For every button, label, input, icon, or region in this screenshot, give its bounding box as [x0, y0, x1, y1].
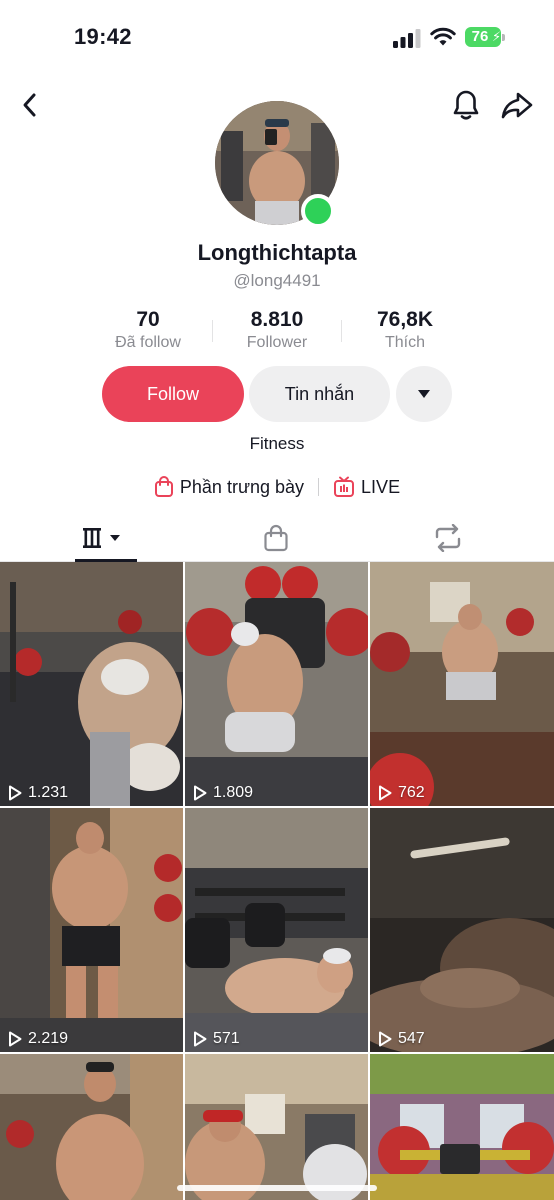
view-count-value: 1.231 — [28, 784, 69, 801]
stat-likes[interactable]: 76,8K Thích — [340, 308, 470, 352]
view-count-value: 1.809 — [213, 784, 254, 801]
live-link-label: LIVE — [361, 476, 401, 497]
video-thumbnail-image — [0, 808, 183, 1052]
back-icon[interactable] — [14, 88, 48, 122]
showcase-link-label: Phần trưng bày — [179, 476, 305, 497]
video-thumbnail-image — [185, 808, 368, 1052]
view-count: 2.219 — [8, 1030, 68, 1048]
video-thumbnail[interactable]: 1.809 — [185, 562, 368, 806]
tab-reposts[interactable] — [402, 514, 494, 562]
home-indicator — [177, 1185, 377, 1191]
video-thumbnail[interactable]: 571 — [185, 808, 368, 1052]
play-icon — [379, 1031, 392, 1047]
view-count-value: 762 — [398, 784, 425, 801]
stat-value: 76,8K — [376, 308, 434, 331]
video-thumbnail-image — [185, 562, 368, 806]
video-thumbnail-image — [185, 1054, 368, 1200]
online-status-dot — [301, 194, 335, 228]
live-tv-icon — [334, 476, 355, 497]
video-thumbnail[interactable] — [185, 1054, 368, 1200]
profile-links: Phần trưng bày LIVE — [0, 474, 554, 500]
video-thumbnail[interactable] — [0, 1054, 183, 1200]
video-thumbnail-image — [0, 1054, 183, 1200]
stat-value: 70 — [136, 308, 160, 331]
view-count-value: 2.219 — [28, 1030, 69, 1047]
stat-following[interactable]: 70 Đã follow — [83, 308, 213, 352]
play-icon — [9, 1031, 22, 1047]
wifi-icon — [430, 27, 456, 46]
profile-handle: @long4491 — [233, 271, 321, 290]
shopping-bag-icon — [264, 524, 288, 552]
cellular-signal-icon — [393, 29, 421, 48]
status-bar: 19:42 76 ⚡ — [0, 0, 554, 72]
video-thumbnail-image — [370, 562, 554, 806]
stat-label: Follower — [246, 334, 308, 351]
video-thumbnail[interactable]: 762 — [370, 562, 554, 806]
share-icon[interactable] — [500, 88, 534, 122]
repost-icon — [435, 524, 461, 552]
battery-level: 76 — [471, 28, 489, 45]
message-button[interactable]: Tin nhắn — [249, 366, 390, 422]
showcase-link[interactable]: Phần trưng bày — [154, 476, 304, 498]
video-thumbnail[interactable]: 1.231 — [0, 562, 183, 806]
play-icon — [379, 785, 392, 801]
stat-followers[interactable]: 8.810 Follower — [212, 308, 342, 352]
shopping-bag-icon — [154, 476, 173, 497]
profile-tabs — [0, 514, 554, 562]
charging-icon: ⚡ — [492, 29, 502, 44]
profile-username: Longthichtapta — [197, 240, 357, 265]
video-thumbnail[interactable]: 547 — [370, 808, 554, 1052]
view-count: 547 — [378, 1030, 425, 1048]
stat-value: 8.810 — [250, 308, 304, 331]
view-count-value: 571 — [213, 1030, 240, 1047]
view-count: 762 — [378, 784, 425, 802]
more-options-button[interactable] — [396, 366, 452, 422]
video-grid: 1.231 1.809 762 2.219 571 547 — [0, 562, 554, 1200]
video-thumbnail-image — [0, 562, 183, 806]
stat-label: Thích — [384, 334, 425, 351]
play-icon — [9, 785, 22, 801]
play-icon — [194, 785, 207, 801]
profile-bio: Fitness — [249, 434, 305, 453]
play-icon — [194, 1031, 207, 1047]
view-count: 1.809 — [193, 784, 253, 802]
tab-videos[interactable] — [60, 514, 152, 562]
stat-label: Đã follow — [115, 334, 181, 351]
bell-icon[interactable] — [449, 88, 483, 122]
chevron-down-icon — [418, 390, 430, 398]
video-thumbnail[interactable] — [370, 1054, 554, 1200]
view-count: 1.231 — [8, 784, 68, 802]
video-thumbnail-image — [370, 808, 554, 1052]
view-count-value: 547 — [398, 1030, 425, 1047]
follow-button[interactable]: Follow — [102, 366, 244, 422]
tab-showcase[interactable] — [230, 514, 322, 562]
link-divider — [318, 478, 320, 496]
view-count: 571 — [193, 1030, 240, 1048]
battery-indicator: 76 ⚡ — [465, 27, 505, 47]
video-grid-icon — [83, 528, 120, 548]
live-link[interactable]: LIVE — [333, 476, 400, 498]
video-thumbnail-image — [370, 1054, 554, 1200]
video-thumbnail[interactable]: 2.219 — [0, 808, 183, 1052]
status-time: 19:42 — [74, 24, 132, 49]
